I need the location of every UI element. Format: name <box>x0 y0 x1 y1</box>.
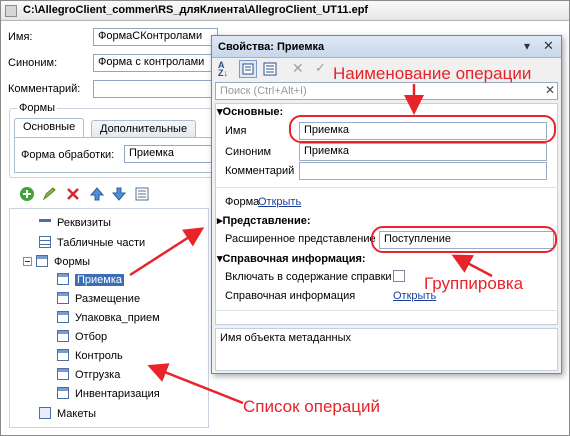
comment-field[interactable] <box>93 80 218 98</box>
tab-additional[interactable]: Дополнительные <box>91 120 197 138</box>
filter-icon[interactable] <box>262 61 278 77</box>
form-icon <box>57 273 69 286</box>
section-view: ▸Представление: <box>217 214 311 227</box>
description-panel: Имя объекта метаданных <box>215 328 558 371</box>
form-item[interactable]: Контроль <box>57 347 123 366</box>
prop-form-label: Форма <box>225 196 260 208</box>
divider <box>215 310 558 311</box>
form-item-label: Приемка <box>75 274 125 286</box>
properties-title: Свойства: Приемка <box>218 41 325 53</box>
form-icon <box>57 330 69 343</box>
tree-item-label: Табличные части <box>57 237 146 249</box>
section-help: ▾Справочная информация: <box>217 252 366 265</box>
tree-item-templates[interactable]: Макеты <box>39 405 96 424</box>
section-help-label: Справочная информация: <box>222 253 366 265</box>
move-down-icon[interactable] <box>111 186 127 202</box>
include-help-checkbox[interactable] <box>393 270 405 282</box>
form-item-label: Отбор <box>75 331 108 343</box>
annotation-operation-name: Наименование операции <box>333 64 532 83</box>
tree-item-attributes[interactable]: Реквизиты <box>39 214 111 233</box>
form-icon <box>57 292 69 305</box>
close-icon[interactable]: ✕ <box>543 38 554 54</box>
tab-main[interactable]: Основные <box>14 118 85 138</box>
prop-name-label: Имя <box>225 125 247 137</box>
edit-icon[interactable] <box>41 186 57 202</box>
list-icon[interactable] <box>134 186 150 202</box>
section-main: ▾Основные: <box>217 105 283 118</box>
form-item[interactable]: Размещение <box>57 290 140 309</box>
form-item[interactable]: Упаковка_прием <box>57 309 160 328</box>
form-item-label: Контроль <box>75 350 123 362</box>
form-item[interactable]: Приемка <box>57 271 125 290</box>
processing-form-label: Форма обработки: <box>21 149 115 161</box>
window-title: C:\AllegroClient_commer\RS_дляКлиента\Al… <box>23 4 369 16</box>
form-item-label: Упаковка_прием <box>75 312 160 324</box>
attributes-icon <box>39 218 51 222</box>
dropdown-icon[interactable]: ▾ <box>524 39 530 53</box>
properties-titlebar: Свойства: Приемка ▾ ✕ <box>212 36 561 58</box>
form-icon <box>57 349 69 362</box>
prop-form-open-link[interactable]: Открыть <box>258 196 301 208</box>
search-placeholder: Поиск (Ctrl+Alt+I) <box>220 85 307 97</box>
description-text: Имя объекта метаданных <box>220 332 351 344</box>
prop-ext-repr-label: Расширенное представление <box>225 233 376 245</box>
highlight-ext-repr-oval <box>371 226 557 253</box>
prop-comment-field[interactable] <box>299 162 547 180</box>
comment-label: Комментарий: <box>8 83 81 95</box>
main-titlebar: C:\AllegroClient_commer\RS_дляКлиента\Al… <box>1 1 569 21</box>
prop-help-info-label: Справочная информация <box>225 290 356 302</box>
tree-item-forms[interactable]: Формы <box>23 253 90 272</box>
name-label: Имя: <box>8 31 33 43</box>
tree-item-label: Макеты <box>57 408 97 420</box>
confirm-icon[interactable]: ✓ <box>315 60 326 76</box>
form-item[interactable]: Отбор <box>57 328 107 347</box>
annotation-operations-list: Список операций <box>243 397 381 416</box>
divider <box>215 187 558 188</box>
prop-synonym-field[interactable]: Приемка <box>299 143 547 161</box>
form-item[interactable]: Отгрузка <box>57 366 120 385</box>
move-up-icon[interactable] <box>89 186 105 202</box>
prop-comment-label: Комментарий <box>225 165 295 177</box>
highlight-name-oval <box>289 115 556 143</box>
tree-item-label: Формы <box>54 256 91 268</box>
forms-icon <box>36 255 48 268</box>
name-field[interactable]: ФормаСКонтролами <box>93 28 218 46</box>
processing-form-field[interactable]: Приемка <box>124 145 218 163</box>
synonym-label: Синоним: <box>8 57 58 69</box>
form-icon <box>57 311 69 324</box>
tree-item-label: Реквизиты <box>57 217 111 229</box>
prop-synonym-label: Синоним <box>225 146 272 158</box>
form-item-label: Инвентаризация <box>75 388 160 400</box>
collapse-icon[interactable] <box>23 256 32 266</box>
prop-include-help-label: Включать в содержание справки <box>225 271 392 283</box>
properties-dialog: Свойства: Приемка ▾ ✕ A Z↓ ✕ ✓ Поиск (Ctr… <box>211 35 562 374</box>
tree-item-tabular-parts[interactable]: Табличные части <box>39 234 145 253</box>
search-clear-icon[interactable]: ✕ <box>545 83 555 97</box>
search-input[interactable]: Поиск (Ctrl+Alt+I) ✕ <box>215 82 558 100</box>
clear-icon[interactable]: ✕ <box>292 60 304 77</box>
window-icon <box>5 5 17 17</box>
forms-group-label: Формы <box>17 102 58 114</box>
sort-az-icon[interactable]: A Z↓ <box>218 61 234 78</box>
form-icon <box>57 368 69 381</box>
table-icon <box>39 236 51 249</box>
form-item-label: Размещение <box>75 293 141 305</box>
form-icon <box>57 387 69 400</box>
add-icon[interactable] <box>19 186 35 202</box>
form-item[interactable]: Инвентаризация <box>57 385 160 404</box>
delete-icon[interactable] <box>65 186 81 202</box>
annotation-grouping: Группировка <box>424 274 524 293</box>
synonym-field[interactable]: Форма с контролами <box>93 54 218 72</box>
section-view-label: Представление: <box>222 215 311 227</box>
template-icon <box>39 407 51 420</box>
categorized-icon[interactable] <box>239 60 257 78</box>
section-main-label: Основные: <box>222 106 284 118</box>
form-item-label: Отгрузка <box>75 369 121 381</box>
